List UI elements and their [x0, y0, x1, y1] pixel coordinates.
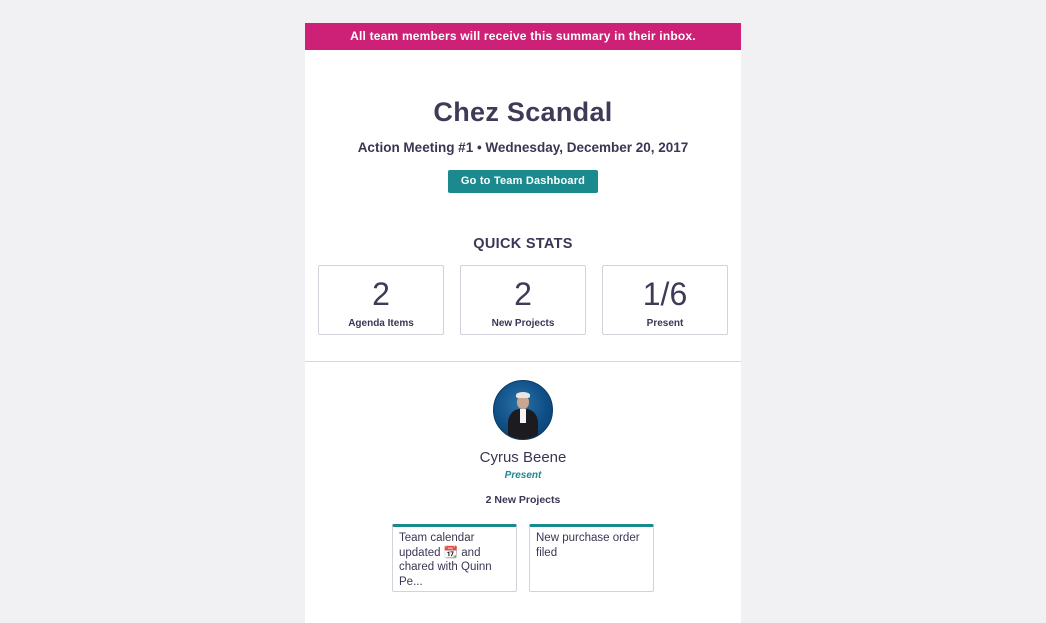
project-card[interactable]: New purchase order filed	[529, 524, 654, 592]
team-name: Chez Scandal	[433, 97, 613, 127]
member-name: Cyrus Beene	[479, 449, 567, 466]
stat-label: Present	[646, 318, 684, 329]
section-divider	[305, 361, 741, 362]
go-to-team-dashboard-button[interactable]: Go to Team Dashboard	[447, 170, 599, 193]
quick-stats-title: QUICK STATS	[473, 236, 573, 252]
avatar	[493, 380, 553, 440]
member-projects-summary: 2 New Projects	[485, 494, 561, 506]
member-status: Present	[504, 470, 542, 481]
member-section: Cyrus Beene Present 2 New Projects Team …	[305, 380, 741, 592]
stat-label: Agenda Items	[348, 318, 414, 329]
meeting-info: Action Meeting #1 • Wednesday, December …	[357, 140, 689, 155]
inbox-notice-banner: All team members will receive this summa…	[305, 23, 741, 50]
stat-value: 2	[514, 276, 532, 312]
stat-present: 1/6 Present	[602, 265, 728, 335]
summary-email: All team members will receive this summa…	[305, 23, 741, 623]
email-header: Chez Scandal Action Meeting #1 • Wednesd…	[305, 95, 741, 193]
stat-new-projects: 2 New Projects	[460, 265, 586, 335]
stat-value: 2	[372, 276, 390, 312]
project-cards: Team calendar updated 📆 and chared with …	[305, 524, 741, 592]
stat-label: New Projects	[491, 318, 555, 329]
project-card[interactable]: Team calendar updated 📆 and chared with …	[392, 524, 517, 592]
quick-stats: 2 Agenda Items 2 New Projects 1/6 Presen…	[305, 265, 741, 335]
banner-text: All team members will receive this summa…	[350, 29, 696, 43]
stat-agenda-items: 2 Agenda Items	[318, 265, 444, 335]
stat-value: 1/6	[642, 276, 688, 312]
